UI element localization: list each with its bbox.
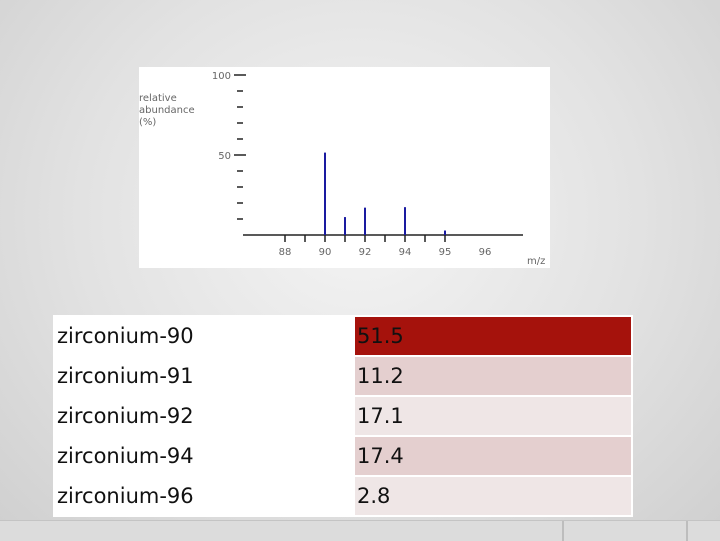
y-tick-label: 50: [218, 151, 231, 162]
footer-divider: [686, 521, 688, 541]
isotope-name-cell: zirconium-96: [53, 475, 355, 517]
mass-spectrum-svg: 100 50 relativeabundance(%) 88 90 92 94 95 96 m/z: [139, 71, 545, 267]
table-row: zirconium-94 17.4: [53, 435, 633, 477]
isotope-name-cell: zirconium-90: [53, 315, 355, 357]
footer-divider: [562, 521, 564, 541]
x-tick-label: 95: [439, 247, 452, 258]
abundance-cell: 11.2: [353, 355, 633, 397]
y-tick-label: 100: [212, 71, 231, 82]
table-row: zirconium-92 17.1: [53, 395, 633, 437]
table-row: zirconium-91 11.2: [53, 355, 633, 397]
x-tick-label: 92: [359, 247, 372, 258]
x-axis-title: m/z: [527, 256, 545, 267]
x-tick-label: 94: [399, 247, 412, 258]
table-row: zirconium-90 51.5: [53, 315, 633, 357]
y-axis-title: (%): [139, 117, 156, 128]
x-tick-label: 88: [279, 247, 292, 258]
isotope-name-cell: zirconium-94: [53, 435, 355, 477]
isotope-abundance-table: zirconium-90 51.5 zirconium-91 11.2 zirc…: [53, 315, 633, 517]
y-axis-title: abundance: [139, 105, 195, 116]
isotope-name-cell: zirconium-91: [53, 355, 355, 397]
abundance-cell: 2.8: [353, 475, 633, 517]
abundance-cell: 51.5: [353, 315, 633, 357]
abundance-cell: 17.1: [353, 395, 633, 437]
mass-spectrum-chart: 100 50 relative abundance (%) 88 90 92 94 95 96 m/z: [139, 67, 550, 268]
y-axis-title: relative: [139, 93, 177, 104]
x-tick-label: 96: [479, 247, 492, 258]
x-tick-label: 90: [319, 247, 332, 258]
abundance-cell: 17.4: [353, 435, 633, 477]
isotope-name-cell: zirconium-92: [53, 395, 355, 437]
table-row: zirconium-96 2.8: [53, 475, 633, 517]
slide-footer-strip: [0, 520, 720, 541]
